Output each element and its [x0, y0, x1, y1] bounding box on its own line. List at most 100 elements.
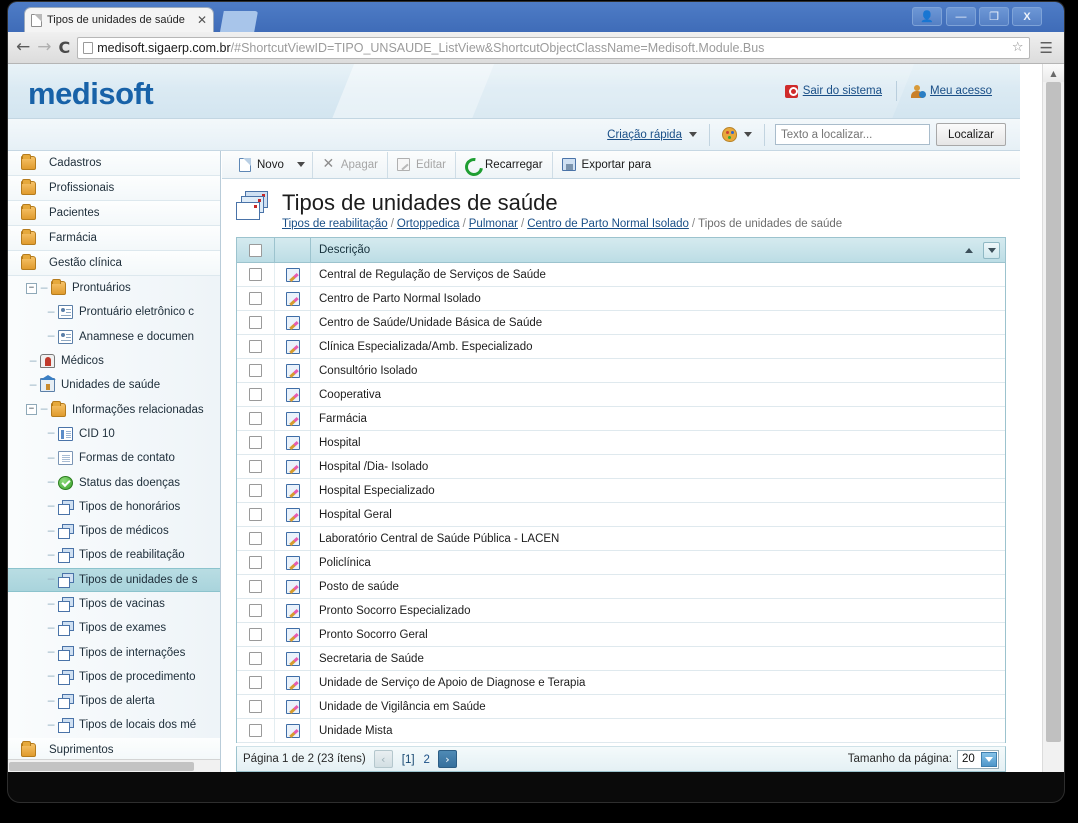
quick-create-menu[interactable]: Criação rápida — [595, 129, 709, 141]
row-edit-cell[interactable] — [275, 647, 311, 671]
row-checkbox[interactable] — [249, 676, 262, 690]
edit-icon[interactable] — [285, 459, 300, 474]
browser-tab[interactable]: Tipos de unidades de saúde ✕ — [24, 7, 214, 32]
table-row[interactable]: Unidade de Vigilância em Saúde — [237, 695, 1005, 720]
window-maximize-button[interactable]: ❐ — [979, 7, 1009, 26]
edit-icon[interactable] — [285, 531, 300, 546]
row-select-cell[interactable] — [237, 503, 275, 527]
page-link[interactable]: 2 — [424, 754, 430, 766]
row-checkbox[interactable] — [249, 460, 262, 474]
export-button[interactable]: Exportar para — [553, 152, 661, 178]
row-edit-cell[interactable] — [275, 455, 311, 479]
sidebar-item-tipos-de-m-dicos[interactable]: ─ Tipos de médicos — [8, 519, 220, 543]
row-select-cell[interactable] — [237, 671, 275, 695]
row-checkbox[interactable] — [249, 580, 262, 594]
scrollbar-thumb[interactable] — [1046, 82, 1061, 742]
row-checkbox[interactable] — [249, 412, 262, 426]
theme-menu[interactable] — [710, 127, 764, 142]
sidebar-item-profissionais[interactable]: Profissionais — [8, 176, 220, 201]
edit-icon[interactable] — [285, 507, 300, 522]
row-edit-cell[interactable] — [275, 551, 311, 575]
row-edit-cell[interactable] — [275, 479, 311, 503]
sidebar-item-gest-o-cl-nica[interactable]: Gestão clínica — [8, 251, 220, 276]
row-select-cell[interactable] — [237, 599, 275, 623]
edit-icon[interactable] — [285, 579, 300, 594]
new-tab-button[interactable] — [220, 11, 258, 32]
row-checkbox[interactable] — [249, 556, 262, 570]
sidebar-item-formas-de-contato[interactable]: ─ Formas de contato — [8, 446, 220, 470]
sidebar-item-tipos-de-alerta[interactable]: ─ Tipos de alerta — [8, 689, 220, 713]
table-row[interactable]: Clínica Especializada/Amb. Especializado — [237, 335, 1005, 360]
sidebar-item-tipos-de-honor-rios[interactable]: ─ Tipos de honorários — [8, 495, 220, 519]
row-checkbox[interactable] — [249, 700, 262, 714]
table-row[interactable]: Unidade de Serviço de Apoio de Diagnose … — [237, 671, 1005, 696]
sidebar-item-tipos-de-interna-es[interactable]: ─ Tipos de internações — [8, 640, 220, 664]
sidebar-item-tipos-de-exames[interactable]: ─ Tipos de exames — [8, 616, 220, 640]
table-row[interactable]: Laboratório Central de Saúde Pública - L… — [237, 527, 1005, 552]
logout-link[interactable]: Sair do sistema — [771, 84, 896, 98]
browser-vertical-scrollbar[interactable]: ▲ — [1042, 64, 1064, 772]
scrollbar-thumb[interactable] — [9, 762, 194, 771]
row-edit-cell[interactable] — [275, 623, 311, 647]
breadcrumb-link[interactable]: Tipos de reabilitação — [282, 218, 388, 230]
row-edit-cell[interactable] — [275, 311, 311, 335]
sidebar-item-anamnese-e-documen[interactable]: ─ Anamnese e documen — [8, 325, 220, 349]
edit-icon[interactable] — [285, 339, 300, 354]
edit-icon[interactable] — [285, 651, 300, 666]
tree-expander[interactable]: − — [26, 282, 37, 294]
row-edit-cell[interactable] — [275, 575, 311, 599]
sidebar-item-cid-10[interactable]: ─ CID 10 — [8, 422, 220, 446]
edit-icon[interactable] — [285, 435, 300, 450]
table-row[interactable]: Policlínica — [237, 551, 1005, 576]
reload-icon[interactable]: C — [59, 39, 71, 56]
row-select-cell[interactable] — [237, 407, 275, 431]
table-row[interactable]: Centro de Saúde/Unidade Básica de Saúde — [237, 311, 1005, 336]
row-checkbox[interactable] — [249, 484, 262, 498]
edit-icon[interactable] — [285, 555, 300, 570]
edit-icon[interactable] — [285, 387, 300, 402]
row-select-cell[interactable] — [237, 311, 275, 335]
row-select-cell[interactable] — [237, 263, 275, 287]
sidebar-item-prontu-rios[interactable]: − ─ Prontuários — [8, 276, 220, 300]
row-checkbox[interactable] — [249, 268, 262, 282]
sidebar-item-prontu-rio-eletr-nico-c[interactable]: ─ Prontuário eletrônico c — [8, 300, 220, 324]
sidebar-item-unidades-de-sa-de[interactable]: ─ Unidades de saúde — [8, 373, 220, 397]
prev-page-button[interactable]: ‹ — [373, 750, 393, 768]
row-edit-cell[interactable] — [275, 407, 311, 431]
row-select-cell[interactable] — [237, 575, 275, 599]
row-checkbox[interactable] — [249, 724, 262, 738]
edit-icon[interactable] — [285, 603, 300, 618]
row-checkbox[interactable] — [249, 388, 262, 402]
sidebar-item-tipos-de-vacinas[interactable]: ─ Tipos de vacinas — [8, 592, 220, 616]
edit-icon[interactable] — [285, 483, 300, 498]
breadcrumb-link[interactable]: Ortoppedica — [397, 218, 460, 230]
table-row[interactable]: Central de Regulação de Serviços de Saúd… — [237, 263, 1005, 288]
row-select-cell[interactable] — [237, 623, 275, 647]
row-select-cell[interactable] — [237, 647, 275, 671]
table-row[interactable]: Secretaria de Saúde — [237, 647, 1005, 672]
edit-icon[interactable] — [285, 627, 300, 642]
row-checkbox[interactable] — [249, 628, 262, 642]
row-checkbox[interactable] — [249, 604, 262, 618]
table-row[interactable]: Pronto Socorro Geral — [237, 623, 1005, 648]
row-edit-cell[interactable] — [275, 335, 311, 359]
row-edit-cell[interactable] — [275, 671, 311, 695]
table-row[interactable]: Unidade Mista — [237, 719, 1005, 744]
my-access-link[interactable]: Meu acesso — [897, 84, 1006, 98]
scroll-up-button[interactable]: ▲ — [1043, 64, 1064, 82]
select-all-cell[interactable] — [237, 237, 275, 263]
row-select-cell[interactable] — [237, 359, 275, 383]
table-row[interactable]: Hospital /Dia- Isolado — [237, 455, 1005, 480]
select-all-checkbox[interactable] — [249, 243, 262, 257]
sidebar-item-farm-cia[interactable]: Farmácia — [8, 226, 220, 251]
new-dropdown-button[interactable] — [293, 151, 313, 178]
next-page-button[interactable]: › — [437, 750, 457, 768]
new-button[interactable]: Novo — [230, 152, 293, 178]
window-close-button[interactable]: X — [1012, 7, 1042, 26]
sidebar-item-tipos-de-procedimento[interactable]: ─ Tipos de procedimento — [8, 665, 220, 689]
sidebar-item-tipos-de-reabilita-o[interactable]: ─ Tipos de reabilitação — [8, 543, 220, 567]
row-edit-cell[interactable] — [275, 527, 311, 551]
table-row[interactable]: Pronto Socorro Especializado — [237, 599, 1005, 624]
row-checkbox[interactable] — [249, 652, 262, 666]
row-select-cell[interactable] — [237, 455, 275, 479]
